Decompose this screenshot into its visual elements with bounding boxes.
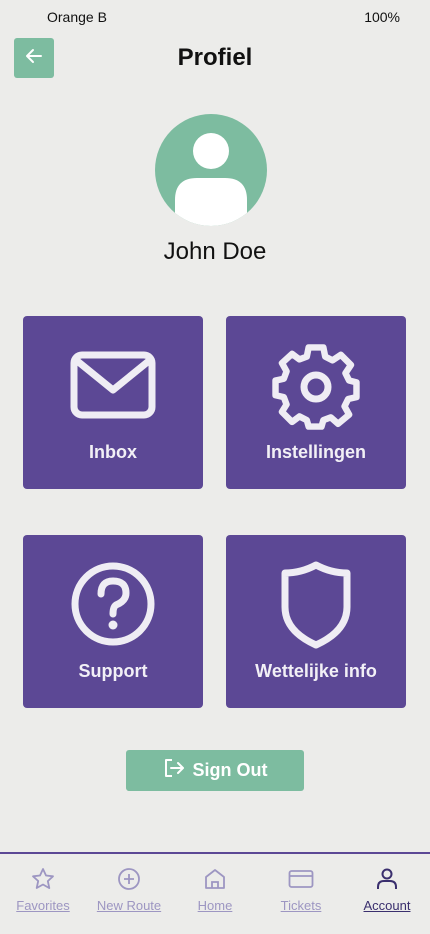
sign-out-label: Sign Out (192, 760, 268, 780)
bottom-tab-bar: Favorites New Route Home Tickets Account (0, 852, 430, 934)
tab-new-route-label: New Route (96, 898, 162, 913)
support-label: Support (78, 661, 148, 681)
question-circle-icon (23, 559, 203, 653)
inbox-tile[interactable]: Inbox (23, 316, 203, 489)
settings-tile[interactable]: Instellingen (226, 316, 406, 489)
tab-home[interactable]: Home (172, 864, 258, 924)
settings-label: Instellingen (265, 442, 366, 462)
sign-out-button[interactable]: Sign Out (126, 750, 304, 791)
tab-new-route[interactable]: New Route (86, 864, 172, 924)
user-name: John Doe (163, 238, 267, 265)
card-icon (258, 864, 344, 894)
star-icon (0, 864, 86, 894)
sign-out-icon (163, 757, 185, 784)
user-avatar-icon (175, 133, 247, 226)
inbox-label: Inbox (89, 442, 137, 462)
legal-info-label: Wettelijke info (255, 661, 377, 681)
tab-account[interactable]: Account (344, 864, 430, 924)
tab-favorites[interactable]: Favorites (0, 864, 86, 924)
avatar (155, 114, 267, 226)
support-tile[interactable]: Support (23, 535, 203, 708)
tab-account-label: Account (363, 898, 411, 913)
user-icon (344, 864, 430, 894)
tab-home-label: Home (197, 898, 233, 913)
shield-icon (226, 559, 406, 653)
mail-icon (23, 340, 203, 434)
legal-info-tile[interactable]: Wettelijke info (226, 535, 406, 708)
home-icon (172, 864, 258, 894)
tab-tickets[interactable]: Tickets (258, 864, 344, 924)
plus-circle-icon (86, 864, 172, 894)
battery-level: 100% (364, 9, 400, 25)
gear-icon (226, 340, 406, 434)
tab-favorites-label: Favorites (16, 898, 70, 913)
status-bar: Orange B 100% (0, 0, 430, 34)
tab-tickets-label: Tickets (280, 898, 322, 913)
page-title: Profiel (177, 44, 253, 71)
carrier-name: Orange B (47, 9, 107, 25)
